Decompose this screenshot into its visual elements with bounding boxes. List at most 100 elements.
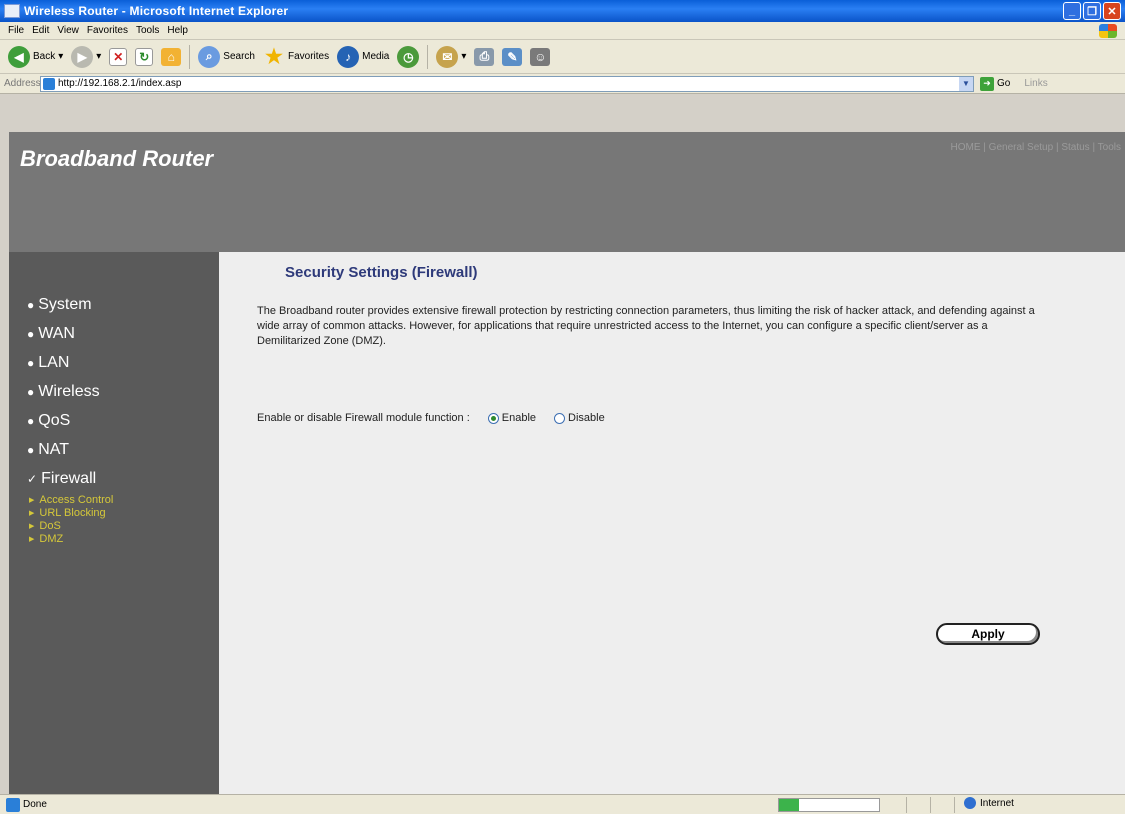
address-url: http://192.168.2.1/index.asp [58,78,182,89]
apply-button[interactable]: Apply [936,623,1040,645]
sidebar-item-label: Wireless [38,382,100,400]
disable-radio[interactable]: Disable [554,412,605,424]
address-input[interactable]: http://192.168.2.1/index.asp ▼ [40,75,974,92]
search-label: Search [223,51,255,62]
sidebar-item-lan[interactable]: ● LAN [27,348,113,377]
history-button[interactable]: ◷ [397,45,420,68]
status-text: Done [23,799,47,810]
menu-favorites[interactable]: Favorites [87,25,128,36]
menu-edit[interactable]: Edit [32,25,49,36]
disable-radio-circle[interactable] [554,412,566,424]
back-arrow-icon: ◀ [8,45,30,68]
status-divider [954,797,955,813]
bullet-icon: ● [27,384,35,399]
stop-icon: ✕ [109,47,128,66]
forward-arrow-icon: ▶ [71,45,94,68]
enable-radio-circle[interactable] [487,412,499,424]
sidebar-item-qos[interactable]: ● QoS [27,406,113,435]
print-button[interactable]: ⎙ [474,47,495,66]
sidebar-item-system[interactable]: ● System [27,290,113,319]
menu-view[interactable]: View [57,25,79,36]
favorites-star-icon: ★ [265,46,283,68]
media-button[interactable]: ♪ Media [337,45,390,68]
address-bar: Address http://192.168.2.1/index.asp ▼ ➜… [0,74,1125,94]
sidebar-item-nat[interactable]: ● NAT [27,435,113,464]
enable-label: Enable [501,412,537,424]
submenu-item-dos[interactable]: ▶ DoS [27,519,113,532]
favorites-label: Favorites [287,51,330,62]
submenu-item-label: DMZ [39,532,64,545]
enable-radio[interactable]: Enable [487,412,537,424]
refresh-button[interactable]: ↻ [135,47,154,66]
page-done-icon [6,797,20,812]
status-divider [906,797,907,813]
sidebar-item-label: Firewall [41,469,97,487]
bullet-icon: ● [27,355,35,370]
submenu-item-access-control[interactable]: ▶ Access Control [27,493,113,506]
ie-page-icon [4,4,20,18]
edit-button[interactable]: ✎ [502,47,523,66]
submenu-item-label: URL Blocking [39,506,106,519]
maximize-button[interactable]: ❐ [1083,2,1101,20]
submenu-item-url-blocking[interactable]: ▶ URL Blocking [27,506,113,519]
triangle-bullet-icon: ▶ [29,535,35,543]
go-label: Go [997,78,1011,89]
mail-dropdown-icon[interactable]: ▾ [461,51,466,62]
back-dropdown-icon[interactable]: ▾ [58,51,63,62]
minimize-button[interactable]: _ [1063,2,1081,20]
toolbar-separator [189,44,191,69]
go-button[interactable]: ➜ Go [980,76,1011,91]
print-icon: ⎙ [474,47,495,66]
messenger-icon: ☺ [530,47,551,66]
sidebar-item-label: QoS [38,411,71,429]
mail-button[interactable]: ✉ ▾ [436,45,466,68]
submenu-item-label: Access Control [39,493,114,506]
sidebar-menu: ● System ● WAN ● LAN ● Wireless ● QoS ● … [27,290,113,545]
menu-file[interactable]: File [8,25,24,36]
forward-dropdown-icon[interactable]: ▾ [96,51,101,62]
search-button[interactable]: ⌕ Search [198,45,255,68]
page-icon [43,77,55,90]
home-icon: ⌂ [161,47,182,66]
router-header: Broadband Router HOME | General Setup | … [9,132,1125,252]
sidebar-item-wireless[interactable]: ● Wireless [27,377,113,406]
security-zone: Internet [964,797,1014,809]
menu-help[interactable]: Help [167,25,188,36]
edit-icon: ✎ [502,47,523,66]
address-dropdown-icon[interactable]: ▼ [959,76,973,91]
close-button[interactable]: ✕ [1103,2,1121,20]
router-title: Broadband Router [20,146,214,171]
window-controls: _ ❐ ✕ [1063,2,1121,20]
progress-bar [778,798,880,812]
firewall-setting-row: Enable or disable Firewall module functi… [257,412,605,424]
submenu-item-dmz[interactable]: ▶ DMZ [27,532,113,545]
router-top-nav[interactable]: HOME | General Setup | Status | Tools [951,142,1121,153]
forward-button[interactable]: ▶ ▾ [71,45,101,68]
menu-tools[interactable]: Tools [136,25,159,36]
links-button[interactable]: Links [1024,78,1047,89]
bullet-icon: ● [27,413,35,428]
window-title: Wireless Router - Microsoft Internet Exp… [24,4,289,18]
toolbar-separator [427,44,429,69]
stop-button[interactable]: ✕ [109,47,128,66]
bullet-icon: ● [27,442,35,457]
checkmark-icon: ✓ [27,471,38,486]
media-label: Media [362,51,390,62]
home-button[interactable]: ⌂ [161,47,182,66]
bullet-icon: ● [27,326,35,341]
mail-icon: ✉ [436,45,459,68]
bullet-icon: ● [27,297,35,312]
sidebar-item-firewall[interactable]: ✓ Firewall [27,464,113,493]
page-description: The Broadband router provides extensive … [257,305,1035,347]
windows-logo-icon [1099,24,1117,38]
messenger-button[interactable]: ☺ [530,47,551,66]
sidebar-item-label: NAT [38,440,70,458]
favorites-button[interactable]: ★ Favorites [263,46,329,68]
back-button[interactable]: ◀ Back ▾ [8,45,63,68]
page-title: Security Settings (Firewall) [285,264,478,281]
triangle-bullet-icon: ▶ [29,496,35,504]
sidebar-item-wan[interactable]: ● WAN [27,319,113,348]
firewall-label: Enable or disable Firewall module functi… [257,412,470,424]
history-icon: ◷ [397,45,420,68]
sidebar-item-label: WAN [38,324,75,342]
